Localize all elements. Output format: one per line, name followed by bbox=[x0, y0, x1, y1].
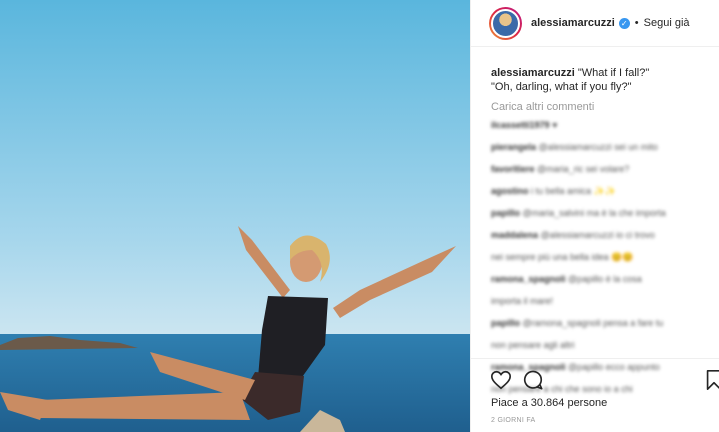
post-actions: Piace a 30.864 persone 2 GIORNI FA bbox=[471, 358, 719, 432]
header-username[interactable]: alessiamarcuzzi bbox=[531, 17, 615, 29]
load-more-comments-link[interactable]: Carica altri commenti bbox=[491, 101, 713, 113]
likes-count[interactable]: Piace a 30.864 persone bbox=[491, 397, 607, 409]
comment-row: pierangela @alessiamarcuzzi sei un mito bbox=[491, 141, 713, 153]
comment-username[interactable]: maddalena bbox=[491, 230, 538, 240]
comment-text: @maria_salvini ma è la che importa bbox=[522, 208, 666, 218]
comment-icon[interactable] bbox=[522, 369, 544, 391]
avatar-image bbox=[491, 8, 520, 38]
post-header: alessiamarcuzzi ✓ • Segui già bbox=[471, 0, 719, 47]
post-photo[interactable] bbox=[0, 0, 470, 432]
comment-text: @ramona_spagnoli pensa a fare tu bbox=[522, 318, 664, 328]
comment-row: favoritiere @maria_ric sei volare? bbox=[491, 163, 713, 175]
comments-section: alessiamarcuzzi "What if I fall?" "Oh, d… bbox=[491, 66, 713, 405]
comment-username[interactable]: papillo bbox=[491, 208, 520, 218]
comment-username[interactable]: ramona_spagnoli bbox=[491, 274, 566, 284]
comment-username[interactable]: favoritiere bbox=[491, 164, 535, 174]
comment-row: ramona_spagnoli @papillo è la cosa bbox=[491, 273, 713, 285]
comment-row: papillo @ramona_spagnoli pensa a fare tu bbox=[491, 317, 713, 329]
bookmark-icon[interactable] bbox=[703, 369, 719, 391]
comment-row: non pensare agli altri bbox=[491, 339, 713, 351]
comment-username[interactable]: ilcassetti1979 bbox=[491, 120, 550, 130]
post-side-panel: alessiamarcuzzi ✓ • Segui già alessiamar… bbox=[470, 0, 719, 432]
comment-text: @maria_ric sei volare? bbox=[537, 164, 630, 174]
avatar[interactable] bbox=[489, 6, 522, 40]
caption-line-1: "What if I fall?" bbox=[577, 67, 650, 79]
following-button[interactable]: Segui già bbox=[644, 17, 690, 29]
comment-username[interactable]: pierangela bbox=[491, 142, 536, 152]
post-date: 2 GIORNI FA bbox=[491, 417, 536, 424]
comment-list: ilcassetti1979 ♥ pierangela @alessiamarcu… bbox=[491, 119, 713, 395]
comment-username[interactable]: papillo bbox=[491, 318, 520, 328]
comment-row: agostino i tu bella amica ✨✨ bbox=[491, 185, 713, 197]
comment-text: @alessiamarcuzzi sei un mito bbox=[538, 142, 658, 152]
comment-text: importa il mare! bbox=[491, 296, 554, 306]
comment-row: importa il mare! bbox=[491, 295, 713, 307]
post-caption: alessiamarcuzzi "What if I fall?" "Oh, d… bbox=[491, 66, 713, 94]
verified-badge-icon: ✓ bbox=[618, 17, 630, 29]
comment-row: ilcassetti1979 ♥ bbox=[491, 119, 713, 131]
caption-username[interactable]: alessiamarcuzzi bbox=[491, 67, 575, 79]
comment-username[interactable]: agostino bbox=[491, 186, 529, 196]
comment-text: ♥ bbox=[552, 120, 558, 130]
comment-row: nei sempre più una bella idea 😊😊 bbox=[491, 251, 713, 263]
caption-line-2: "Oh, darling, what if you fly?" bbox=[491, 81, 632, 93]
comment-row: papillo @maria_salvini ma è la che impor… bbox=[491, 207, 713, 219]
comment-row: maddalena @alessiamarcuzzi io ci trovo bbox=[491, 229, 713, 241]
comment-text: @alessiamarcuzzi io ci trovo bbox=[540, 230, 655, 240]
beach-photo bbox=[0, 0, 470, 432]
comment-text: non pensare agli altri bbox=[491, 340, 575, 350]
heart-icon[interactable] bbox=[490, 369, 512, 391]
comment-text: i tu bella amica ✨✨ bbox=[531, 186, 616, 196]
comment-text: @papillo è la cosa bbox=[568, 274, 642, 284]
comment-text: nei sempre più una bella idea 😊😊 bbox=[491, 252, 634, 262]
separator-dot: • bbox=[634, 17, 639, 29]
